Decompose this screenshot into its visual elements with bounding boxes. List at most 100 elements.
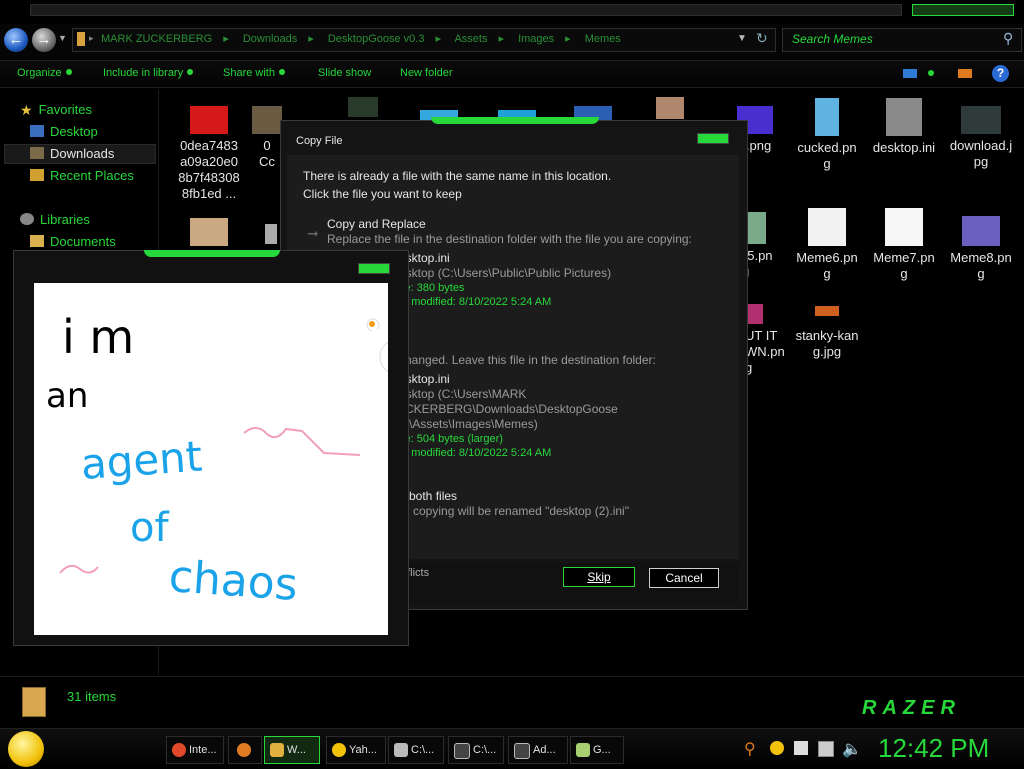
title-bar-track	[30, 4, 902, 16]
tray-messenger-icon[interactable]	[770, 741, 784, 755]
preview-pane-icon[interactable]	[958, 69, 972, 78]
pink-scribble	[59, 564, 99, 574]
file-thumbnail	[961, 106, 1001, 134]
nav-documents-label: Documents	[50, 234, 116, 249]
address-dropdown-icon[interactable]: ▼	[737, 33, 747, 44]
taskbar-item-cmd-1[interactable]: C:\...	[388, 736, 444, 764]
volume-icon[interactable]: 🔈	[842, 739, 862, 759]
file-item[interactable]: Meme6.png	[790, 208, 864, 282]
skip-button[interactable]: Skip	[563, 567, 635, 587]
nav-libraries[interactable]: Libraries	[20, 212, 90, 227]
taskbar-clock[interactable]: 12:42 PM	[878, 733, 989, 764]
razer-logo: RAZER	[862, 697, 961, 719]
back-button[interactable]: ←	[4, 28, 28, 52]
address-bar-area: ← → ▼ ▸ MARK ZUCKERBERG ▸ Downloads ▸ Desk…	[0, 24, 1024, 58]
console-icon	[454, 743, 470, 759]
drawing-text: i m	[62, 310, 134, 364]
file-name: desktop.ini	[872, 140, 936, 155]
file-thumbnail	[885, 208, 923, 246]
file-item[interactable]: download.jpg	[944, 106, 1018, 170]
nav-downloads[interactable]: Downloads	[30, 146, 114, 161]
view-dropdown-icon[interactable]	[928, 70, 934, 76]
dropdown-dot-icon	[187, 69, 194, 75]
arrow-right-icon: ➞	[307, 225, 319, 241]
refresh-icon[interactable]: ↻	[756, 30, 768, 47]
goose-notepad-window[interactable]: i m an agent of chaos	[13, 250, 409, 646]
dialog-close-button[interactable]	[697, 133, 729, 144]
file-thumbnail	[815, 306, 839, 316]
taskbar-item-admin[interactable]: Ad...	[508, 736, 568, 764]
start-button[interactable]	[8, 731, 44, 767]
file-item[interactable]: UT IT WN.pn g	[745, 304, 785, 376]
dialog-accent-tab	[431, 117, 599, 124]
option-title: Copy and Replace	[327, 217, 426, 231]
help-icon[interactable]: ?	[992, 65, 1009, 82]
breadcrumb-item[interactable]: Assets	[454, 33, 487, 45]
file-name: stanky-kang.jpg	[795, 328, 859, 359]
recent-pages-chevron-icon[interactable]: ▼	[58, 33, 67, 43]
goose-app-icon	[576, 743, 590, 757]
network-icon[interactable]	[818, 741, 834, 757]
file-name: cucked.png	[797, 140, 857, 171]
share-with-button[interactable]: Share with	[223, 67, 285, 79]
taskbar-item-goose[interactable]: G...	[570, 736, 624, 764]
address-box[interactable]: ▸ MARK ZUCKERBERG ▸ Downloads ▸ DesktopGoo…	[72, 28, 776, 52]
taskbar-label: Inte...	[189, 744, 217, 756]
file-item[interactable]: desktop.ini	[867, 98, 941, 156]
nav-documents[interactable]: Documents	[30, 234, 116, 249]
nav-desktop[interactable]: Desktop	[30, 124, 98, 139]
taskbar-item-yahoo[interactable]: Yah...	[326, 736, 386, 764]
search-icon[interactable]: ⚲	[1003, 30, 1013, 47]
taskbar-item-cmd-2[interactable]: C:\...	[448, 736, 504, 764]
window-controls[interactable]	[912, 4, 1014, 16]
option-description: copying will be renamed "desktop (2).ini…	[413, 504, 629, 518]
folder-icon	[77, 32, 85, 46]
file-thumbnail	[815, 98, 839, 136]
file-item[interactable]: cucked.png	[790, 98, 864, 172]
taskbar-item-firefox[interactable]	[228, 736, 262, 764]
file-item[interactable]: Meme7.png	[867, 208, 941, 282]
option-modified: te modified: 8/10/2022 5:24 AM	[399, 296, 552, 308]
breadcrumb-item[interactable]: DesktopGoose v0.3	[328, 33, 425, 45]
drawing-text: agent	[79, 432, 203, 489]
file-item[interactable]: 0dea7483a09a20e08b7f483088fb1ed ...	[172, 106, 246, 202]
file-thumbnail	[656, 97, 684, 119]
file-item[interactable]: 0 Cc	[250, 106, 284, 170]
star-icon: ★	[20, 102, 33, 118]
file-thumbnail	[190, 218, 228, 246]
file-item[interactable]: stanky-kang.jpg	[790, 304, 864, 360]
breadcrumb-item[interactable]: Images	[518, 33, 554, 45]
search-icon[interactable]: ⚲	[744, 739, 756, 759]
firefox-icon	[237, 743, 251, 757]
breadcrumb-item[interactable]: Memes	[585, 33, 621, 45]
view-options-icon[interactable]	[903, 69, 917, 78]
search-placeholder: Search Memes	[792, 32, 873, 46]
file-name: Meme6.png	[796, 250, 858, 281]
command-toolbar: Organize Include in library Share with S…	[0, 60, 1024, 88]
nav-recent-places[interactable]: Recent Places	[30, 168, 134, 183]
search-input[interactable]: Search Memes ⚲	[782, 28, 1022, 52]
new-folder-button[interactable]: New folder	[400, 67, 453, 79]
dialog-message: There is already a file with the same na…	[303, 169, 612, 183]
file-item[interactable]: Meme8.png	[944, 216, 1018, 282]
breadcrumb-item[interactable]: Downloads	[243, 33, 297, 45]
drawing-text: an	[46, 376, 88, 416]
window-close-button[interactable]	[358, 263, 390, 274]
goose-icon	[366, 318, 409, 374]
file-name: 0dea7483a09a20e08b7f483088fb1ed ...	[178, 138, 240, 201]
taskbar-item-explorer[interactable]: W...	[264, 736, 320, 764]
console-icon	[514, 743, 530, 759]
breadcrumb-item[interactable]: MARK ZUCKERBERG	[101, 33, 212, 45]
forward-button[interactable]: →	[32, 28, 56, 52]
organize-button[interactable]: Organize	[17, 67, 72, 79]
slide-show-button[interactable]: Slide show	[318, 67, 371, 79]
nav-favorites[interactable]: ★ Favorites	[20, 102, 92, 118]
action-center-icon[interactable]	[794, 741, 808, 755]
include-in-library-button[interactable]: Include in library	[103, 67, 194, 79]
taskbar-label: Yah...	[349, 744, 377, 756]
taskbar-item-internet[interactable]: Inte...	[166, 736, 224, 764]
console-icon	[394, 743, 408, 757]
drawing-canvas: i m an agent of chaos	[34, 283, 409, 635]
breadcrumb-chevron-icon[interactable]: ▸	[89, 33, 94, 44]
cancel-button[interactable]: Cancel	[649, 568, 719, 588]
